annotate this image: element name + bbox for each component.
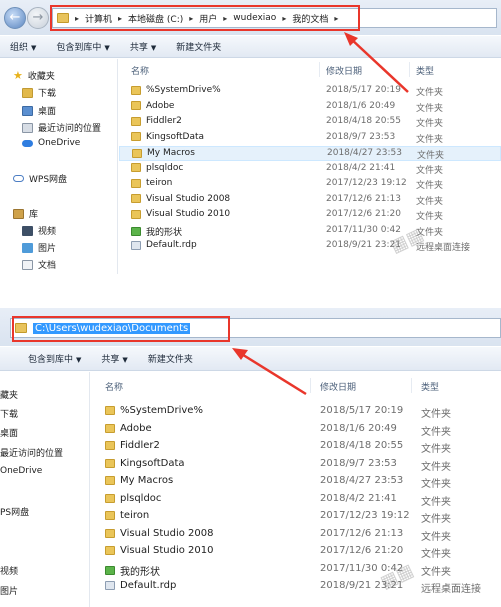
annotation-arrow <box>232 348 307 396</box>
explorer-screenshot-path: C:\Users\wudexiao\Documents 包含到库中 ▼ 共享 ▼ 新… <box>0 308 501 607</box>
annotation-arrow <box>344 32 409 93</box>
explorer-screenshot-breadcrumb: ← → ▸ 计算机 ▸ 本地磁盘 (C:) ▸ 用户 ▸ wudexiao ▸ … <box>0 0 501 274</box>
separator-gap <box>0 274 501 308</box>
